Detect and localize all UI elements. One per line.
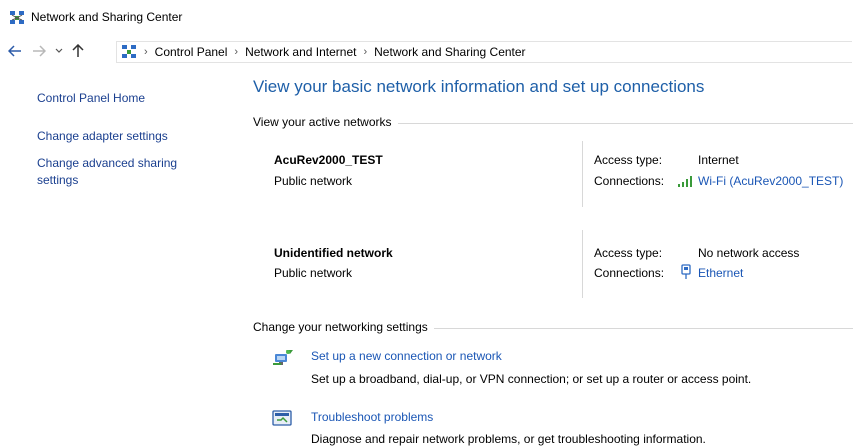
network-divider xyxy=(582,141,583,207)
address-location-icon xyxy=(121,44,137,60)
control-panel-home-link[interactable]: Control Panel Home xyxy=(37,90,145,107)
access-type-value: No network access xyxy=(698,246,800,260)
access-type-label: Access type: xyxy=(594,153,663,167)
wifi-signal-icon xyxy=(677,174,695,188)
ethernet-icon xyxy=(680,264,692,280)
window-title: Network and Sharing Center xyxy=(31,10,183,24)
address-bar[interactable]: › Control Panel › Network and Internet ›… xyxy=(116,41,852,63)
back-arrow-icon xyxy=(8,45,21,57)
troubleshoot-icon xyxy=(272,410,294,428)
setup-connection-description: Set up a broadband, dial-up, or VPN conn… xyxy=(311,372,752,386)
access-type-value: Internet xyxy=(698,153,739,167)
chevron-down-icon xyxy=(55,48,63,53)
link-text-line-1: Change advanced sharing xyxy=(37,156,178,170)
network-category-link[interactable]: Public network xyxy=(274,174,352,188)
access-type-label: Access type: xyxy=(594,246,663,260)
breadcrumb-network-and-internet[interactable]: Network and Internet xyxy=(245,45,356,59)
up-arrow-icon xyxy=(72,44,84,57)
network-category-link[interactable]: Public network xyxy=(274,266,352,280)
network-name: AcuRev2000_TEST xyxy=(274,153,383,167)
breadcrumb-network-and-sharing-center[interactable]: Network and Sharing Center xyxy=(374,45,525,59)
back-button[interactable] xyxy=(6,41,24,61)
network-center-icon xyxy=(9,10,25,26)
setup-connection-link[interactable]: Set up a new connection or network xyxy=(311,349,502,363)
connections-label: Connections: xyxy=(594,266,665,280)
breadcrumb-control-panel[interactable]: Control Panel xyxy=(155,45,228,59)
change-adapter-settings-link[interactable]: Change adapter settings xyxy=(37,128,168,145)
link-text-line-2: settings xyxy=(37,173,79,187)
breadcrumb-separator-icon: › xyxy=(363,46,368,58)
breadcrumb-separator-icon: › xyxy=(144,46,148,58)
change-advanced-sharing-link[interactable]: Change advanced sharing settings xyxy=(37,155,177,189)
active-networks-label: View your active networks xyxy=(253,115,398,129)
page-heading: View your basic network information and … xyxy=(253,77,705,96)
troubleshoot-problems-link[interactable]: Troubleshoot problems xyxy=(311,410,433,424)
troubleshoot-description: Diagnose and repair network problems, or… xyxy=(311,432,706,446)
network-name: Unidentified network xyxy=(274,246,393,260)
new-connection-icon xyxy=(272,348,294,368)
change-settings-label: Change your networking settings xyxy=(253,320,434,334)
forward-arrow-icon xyxy=(33,45,46,57)
ethernet-connection-link[interactable]: Ethernet xyxy=(698,266,743,280)
network-divider xyxy=(582,230,583,298)
breadcrumb-separator-icon: › xyxy=(234,46,239,58)
connections-label: Connections: xyxy=(594,174,665,188)
recent-locations-button[interactable] xyxy=(53,41,65,61)
wifi-connection-link[interactable]: Wi-Fi (AcuRev2000_TEST) xyxy=(698,174,843,188)
up-button[interactable] xyxy=(70,41,86,61)
forward-button[interactable] xyxy=(30,41,48,61)
